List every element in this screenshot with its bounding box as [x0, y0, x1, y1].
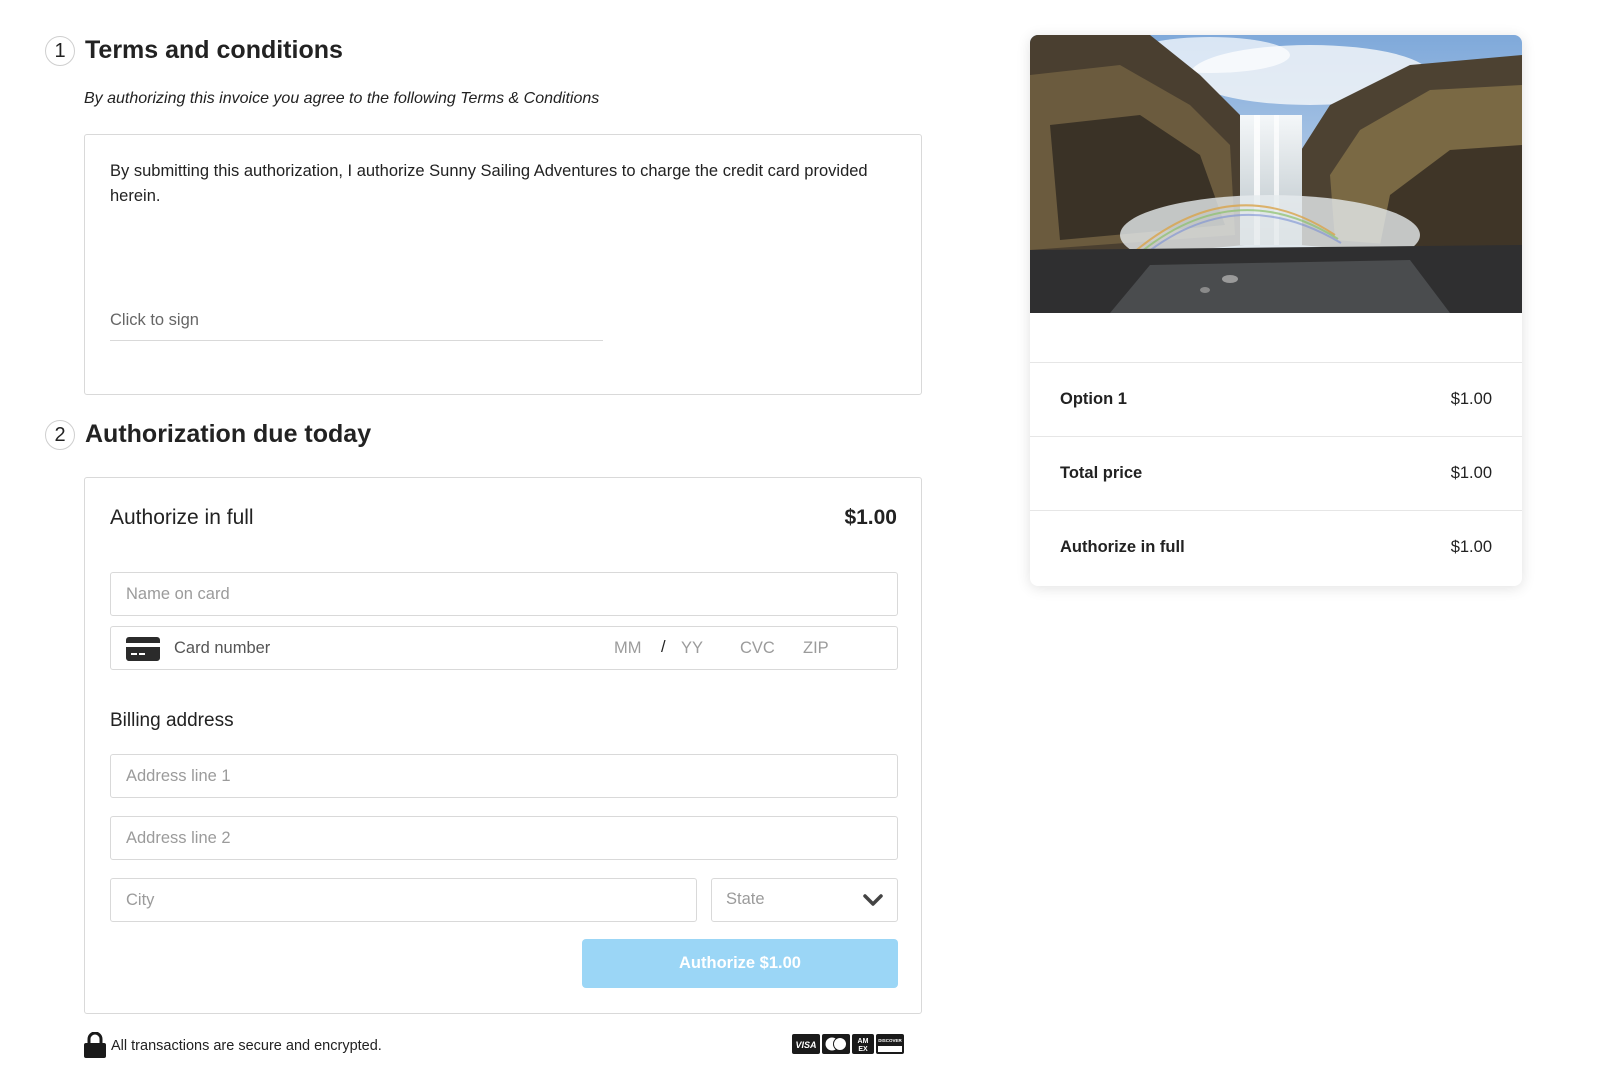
waterfall-image [1030, 35, 1522, 313]
expiry-month-input[interactable] [612, 627, 652, 669]
signature-label: Click to sign [110, 311, 199, 329]
summary-row-total: Total price $1.00 [1030, 436, 1522, 510]
name-on-card-input[interactable] [110, 572, 898, 616]
step-1-number: 1 [45, 36, 75, 66]
summary-label: Total price [1060, 464, 1143, 482]
summary-label: Option 1 [1060, 390, 1127, 408]
authorize-label: Authorize in full [110, 506, 254, 529]
terms-box: By submitting this authorization, I auth… [84, 134, 922, 395]
billing-address-label: Billing address [110, 710, 234, 731]
summary-row-authorize: Authorize in full $1.00 [1030, 510, 1522, 584]
secure-text: All transactions are secure and encrypte… [111, 1038, 382, 1054]
summary-value: $1.00 [1450, 538, 1492, 556]
order-summary-card: Option 1 $1.00 Total price $1.00 Authori… [1030, 35, 1522, 586]
summary-row-option: Option 1 $1.00 [1030, 362, 1522, 436]
authorize-amount: $1.00 [844, 506, 897, 529]
svg-text:VISA: VISA [795, 1040, 816, 1050]
svg-text:DISCOVER: DISCOVER [878, 1038, 902, 1043]
terms-subtitle: By authorizing this invoice you agree to… [84, 90, 600, 107]
expiry-year-input[interactable] [679, 627, 719, 669]
address-line-2-input[interactable] [110, 816, 898, 860]
discover-logo: DISCOVER [876, 1034, 904, 1054]
signature-field[interactable]: Click to sign [110, 307, 603, 341]
city-input[interactable] [110, 878, 697, 922]
zip-input[interactable] [801, 627, 871, 669]
summary-value: $1.00 [1450, 390, 1492, 408]
visa-logo: VISA [792, 1034, 820, 1054]
state-label: State [726, 890, 765, 908]
authorization-title: Authorization due today [85, 420, 372, 448]
amex-logo: AM EX [852, 1034, 874, 1054]
cvc-input[interactable] [738, 627, 788, 669]
authorize-button[interactable]: Authorize $1.00 [582, 939, 898, 988]
lock-icon [84, 1032, 106, 1058]
payment-box: Authorize in full $1.00 / Billing addres… [84, 477, 922, 1014]
address-line-1-input[interactable] [110, 754, 898, 798]
summary-label: Authorize in full [1060, 538, 1185, 556]
step-2-number: 2 [45, 420, 75, 450]
expiry-separator: / [661, 638, 666, 656]
mastercard-logo [822, 1034, 850, 1054]
summary-value: $1.00 [1450, 464, 1492, 482]
card-brands-logos: VISA AM EX DISCOVER [792, 1034, 904, 1054]
svg-text:AM: AM [858, 1038, 869, 1045]
svg-text:EX: EX [858, 1046, 868, 1053]
terms-title: Terms and conditions [85, 36, 343, 64]
credit-card-icon [126, 637, 160, 661]
chevron-down-icon [863, 894, 883, 906]
state-select[interactable]: State [711, 878, 898, 922]
card-number-input[interactable] [172, 627, 472, 669]
terms-body: By submitting this authorization, I auth… [110, 162, 868, 205]
card-input-group: / [110, 626, 898, 670]
